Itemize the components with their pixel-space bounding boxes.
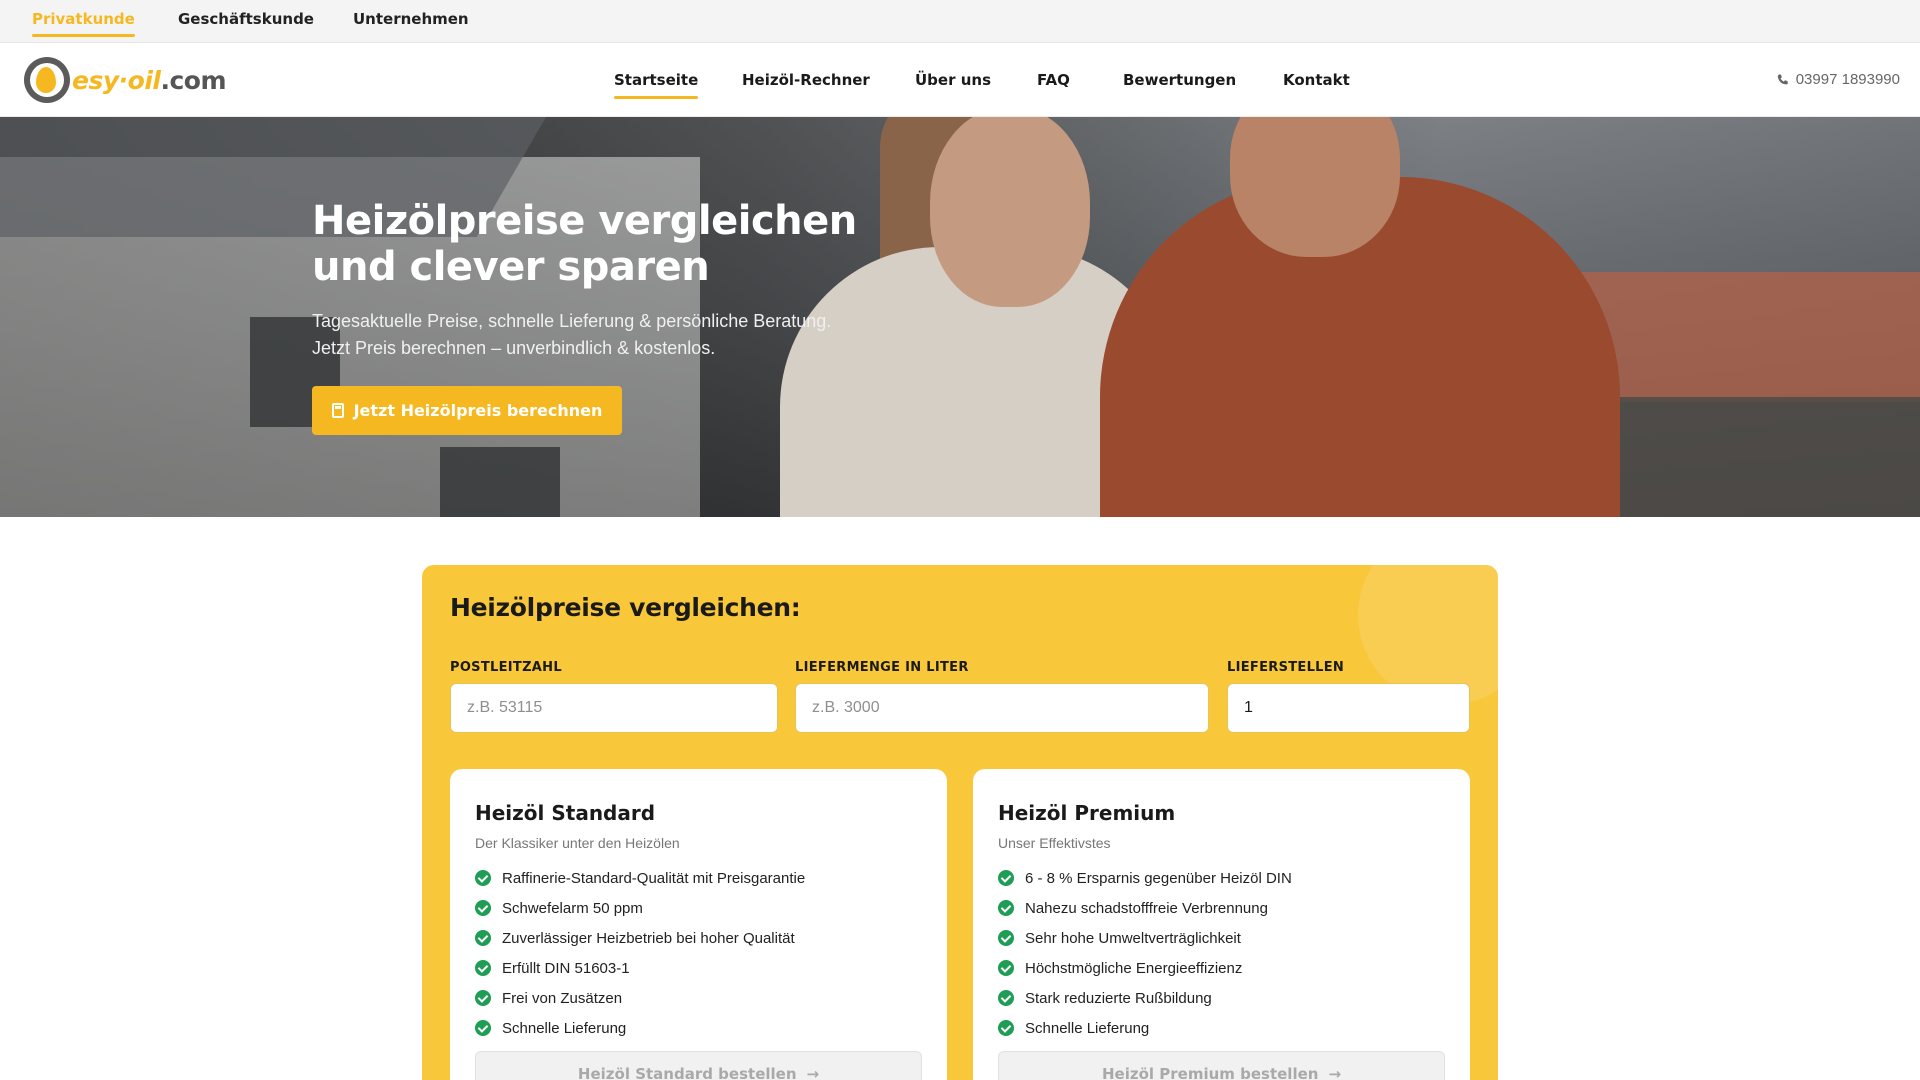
tab-unternehmen[interactable]: Unternehmen (353, 0, 469, 43)
lieferstellen-label: LIEFERSTELLEN (1227, 660, 1345, 675)
arrow-right-icon: → (1328, 1065, 1342, 1080)
check-icon (998, 1020, 1014, 1036)
check-icon (475, 870, 491, 886)
logo[interactable]: esy·oil.com (24, 56, 227, 104)
feature-item: Höchstmögliche Energieeffizienz (998, 953, 1292, 983)
tab-privatkunde[interactable]: Privatkunde (32, 0, 135, 43)
hero-photo-window (440, 447, 560, 517)
feature-item: 6 - 8 % Ersparnis gegenüber Heizöl DIN (998, 863, 1292, 893)
product-card-premium: Heizöl Premium Unser Effektivstes 6 - 8 … (973, 769, 1470, 1080)
product-title: Heizöl Premium (998, 801, 1176, 825)
order-premium-label: Heizöl Premium bestellen (1101, 1065, 1319, 1080)
product-card-standard: Heizöl Standard Der Klassiker unter den … (450, 769, 947, 1080)
hero-subtitle: Tagesaktuelle Preise, schnelle Lieferung… (312, 311, 832, 358)
check-icon (998, 960, 1014, 976)
feature-item: Schnelle Lieferung (475, 1013, 805, 1043)
phone-icon (1777, 74, 1788, 85)
product-subtitle: Unser Effektivstes (998, 835, 1111, 851)
logo-text: esy·oil.com (72, 65, 227, 95)
comparison-title: Heizölpreise vergleichen: (450, 593, 801, 622)
main-header: esy·oil.com Startseite Heizöl-Rechner Üb… (0, 43, 1920, 117)
nav-bewertungen[interactable]: Bewertungen (1123, 43, 1236, 117)
check-icon (475, 900, 491, 916)
liefermenge-input[interactable] (795, 683, 1209, 733)
check-icon (998, 990, 1014, 1006)
order-standard-label: Heizöl Standard bestellen (577, 1065, 797, 1080)
arrow-right-icon: → (806, 1065, 820, 1080)
feature-item: Sehr hohe Umweltverträglichkeit (998, 923, 1292, 953)
price-comparison-panel: Heizölpreise vergleichen: POSTLEITZAHL L… (422, 565, 1498, 1080)
hero-title: Heizölpreise vergleichen und clever spare… (312, 198, 857, 290)
feature-item: Erfüllt DIN 51603-1 (475, 953, 805, 983)
phone-number: 03997 1893990 (1795, 71, 1900, 88)
calculator-icon (331, 403, 344, 418)
calculate-price-label: Jetzt Heizölpreis berechnen (353, 401, 603, 420)
check-icon (998, 870, 1014, 886)
nav-ueber-uns[interactable]: Über uns (915, 43, 991, 117)
nav-startseite[interactable]: Startseite (614, 43, 699, 117)
customer-type-bar: Privatkunde Geschäftskunde Unternehmen (0, 0, 1920, 43)
nav-heizoel-rechner[interactable]: Heizöl-Rechner (742, 43, 870, 117)
tab-geschaeftskunde[interactable]: Geschäftskunde (178, 0, 314, 43)
feature-item: Nahezu schadstofffreie Verbrennung (998, 893, 1292, 923)
feature-item: Raffinerie-Standard-Qualität mit Preisga… (475, 863, 805, 893)
feature-item: Frei von Zusätzen (475, 983, 805, 1013)
check-icon (475, 930, 491, 946)
feature-list: Raffinerie-Standard-Qualität mit Preisga… (475, 863, 805, 1043)
hero-photo-person (930, 117, 1090, 307)
check-icon (998, 900, 1014, 916)
plz-label: POSTLEITZAHL (450, 660, 562, 675)
calculate-price-button[interactable]: Jetzt Heizölpreis berechnen (312, 386, 622, 435)
lieferstellen-input[interactable] (1227, 683, 1470, 733)
hero-section (0, 117, 1920, 517)
order-premium-button[interactable]: Heizöl Premium bestellen → (998, 1051, 1445, 1080)
nav-kontakt[interactable]: Kontakt (1283, 43, 1350, 117)
product-title: Heizöl Standard (475, 801, 656, 825)
phone-link[interactable]: 03997 1893990 (1776, 43, 1900, 117)
check-icon (475, 960, 491, 976)
feature-item: Zuverlässiger Heizbetrieb bei hoher Qual… (475, 923, 805, 953)
oil-drop-logo-icon (24, 57, 70, 103)
check-icon (475, 1020, 491, 1036)
plz-input[interactable] (450, 683, 778, 733)
feature-item: Schnelle Lieferung (998, 1013, 1292, 1043)
feature-list: 6 - 8 % Ersparnis gegenüber Heizöl DIN N… (998, 863, 1292, 1043)
check-icon (998, 930, 1014, 946)
nav-faq[interactable]: FAQ (1037, 43, 1070, 117)
liefermenge-label: LIEFERMENGE IN LITER (795, 660, 969, 675)
feature-item: Stark reduzierte Rußbildung (998, 983, 1292, 1013)
order-standard-button[interactable]: Heizöl Standard bestellen → (475, 1051, 922, 1080)
feature-item: Schwefelarm 50 ppm (475, 893, 805, 923)
product-subtitle: Der Klassiker unter den Heizölen (475, 835, 680, 851)
hero-photo-person (1230, 117, 1400, 257)
check-icon (475, 990, 491, 1006)
